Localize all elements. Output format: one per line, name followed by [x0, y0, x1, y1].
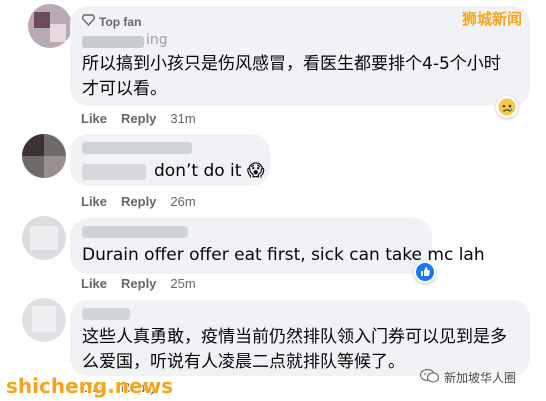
comment-actions: Like Reply 26m	[81, 194, 196, 209]
commenter-name[interactable]	[82, 142, 192, 154]
sad-emoji-icon[interactable]	[496, 96, 518, 118]
comment-actions: Like Reply 31m	[81, 111, 196, 126]
comment-text-line: don’t do it 😱	[154, 161, 265, 181]
commenter-name[interactable]	[82, 36, 144, 48]
commenter-name[interactable]	[82, 226, 188, 238]
badge-label: Top fan	[99, 14, 142, 29]
name-fragment: ing	[146, 32, 168, 48]
commenter-avatar[interactable]	[22, 216, 66, 260]
wechat-watermark: 新加坡华人圈	[419, 368, 517, 387]
wechat-label: 新加坡华人圈	[444, 371, 517, 385]
like-button[interactable]: Like	[81, 194, 107, 209]
comment-text-line: 所以搞到小孩只是伤风感冒，看医生都要排个4-5个小时	[82, 54, 501, 74]
comment-text-line: 这些人真勇敢，疫情当前仍然排队领入门券可以见到是多	[82, 327, 507, 347]
text-blur	[82, 164, 146, 180]
commenter-avatar[interactable]	[28, 4, 72, 48]
reply-button[interactable]: Reply	[121, 194, 156, 209]
watermark-bottom: shicheng.news	[6, 374, 173, 398]
like-button[interactable]: Like	[81, 276, 107, 291]
commenter-avatar[interactable]	[22, 298, 66, 342]
reply-button[interactable]: Reply	[121, 276, 156, 291]
timestamp[interactable]: 31m	[170, 111, 195, 126]
commenter-avatar[interactable]	[22, 134, 66, 178]
comment-actions: Like Reply 25m	[81, 276, 196, 291]
timestamp[interactable]: 26m	[170, 194, 195, 209]
comment-text-line: 才可以看。	[82, 79, 167, 99]
like-thumb-icon[interactable]	[414, 261, 436, 283]
timestamp[interactable]: 25m	[170, 276, 195, 291]
reply-button[interactable]: Reply	[121, 111, 156, 126]
wechat-icon	[419, 368, 440, 387]
diamond-icon	[81, 14, 96, 29]
watermark-top: 狮城新闻	[462, 10, 523, 28]
commenter-name[interactable]	[82, 308, 130, 320]
like-button[interactable]: Like	[81, 111, 107, 126]
comment-text-line: 么爱国，听说有人凌晨二点就排队等候了。	[82, 352, 405, 372]
top-fan-badge: Top fan	[81, 14, 142, 29]
